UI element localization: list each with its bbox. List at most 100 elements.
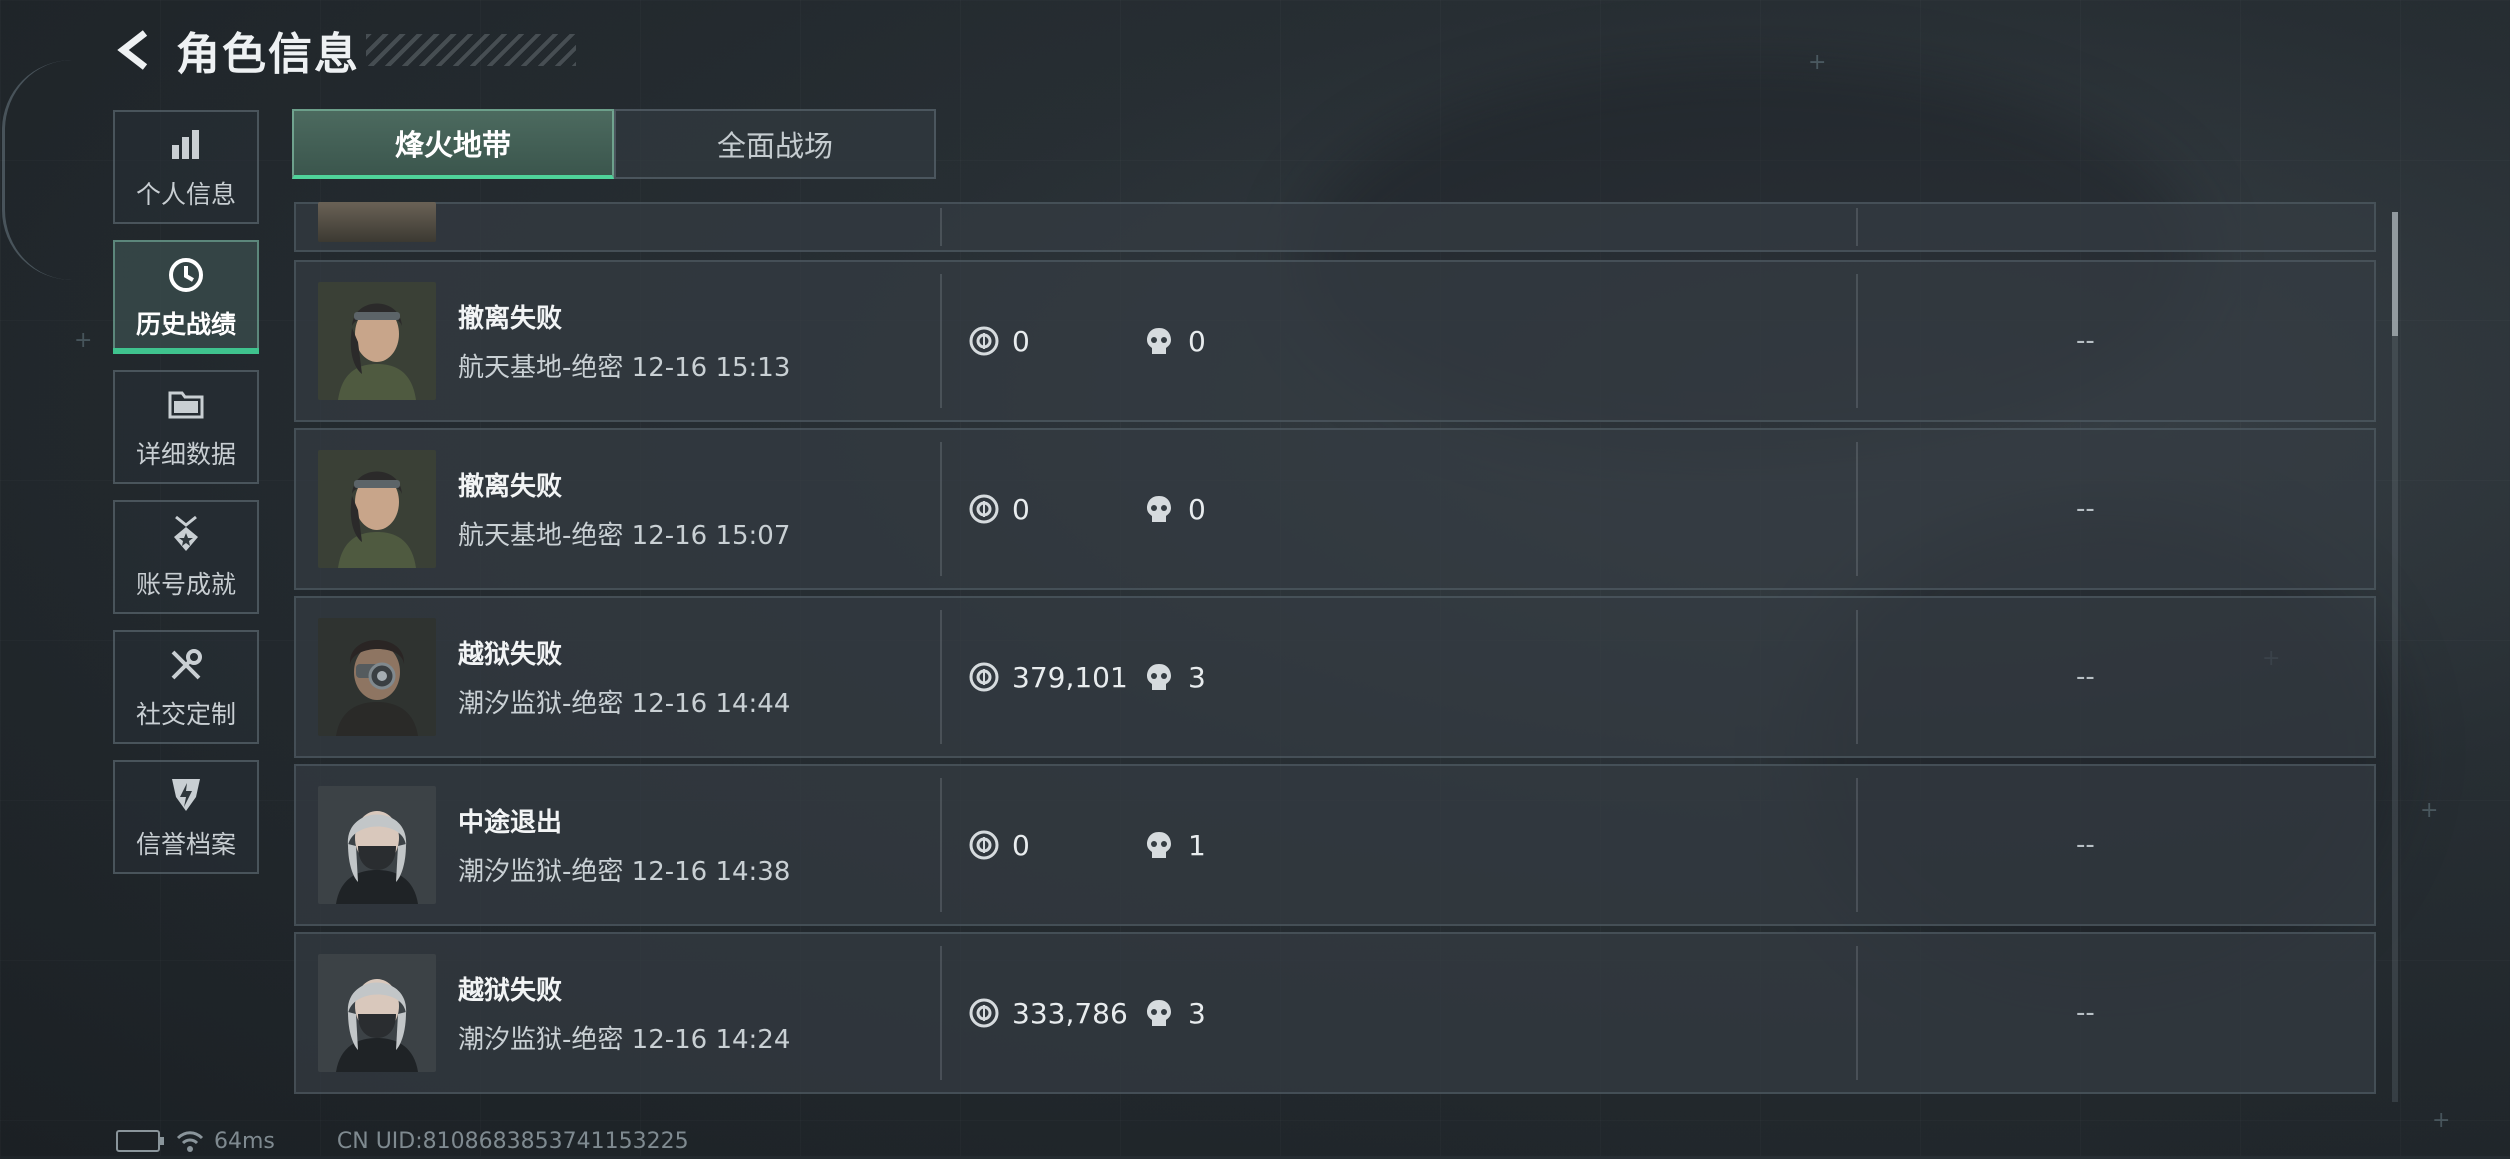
table-row[interactable]: 越狱失败 潮汐监狱-绝密 12-16 14:24 333,786 3 --: [294, 932, 2376, 1094]
extra-column: --: [2076, 662, 2095, 692]
nav-label: 社交定制: [135, 700, 236, 729]
kill-count: 3: [1144, 997, 1206, 1030]
coin-icon: [968, 997, 1000, 1029]
tab-firezone[interactable]: 烽火地带: [292, 109, 614, 179]
match-stats: 333,786 3: [968, 997, 1206, 1030]
wifi-icon: [176, 1129, 204, 1153]
table-row[interactable]: 中途退出 潮汐监狱-绝密 12-16 14:38 0 1 --: [294, 764, 2376, 926]
column-divider: [1856, 274, 1858, 408]
bar-chart-icon: [164, 123, 208, 167]
operator-avatar: [318, 954, 436, 1072]
page-title: 角色信息: [176, 29, 360, 80]
back-arrow-icon[interactable]: [112, 27, 158, 73]
coin-icon: [968, 829, 1000, 861]
column-divider: [940, 778, 942, 912]
column-divider: [940, 274, 942, 408]
table-row[interactable]: 越狱失败 潮汐监狱-绝密 12-16 14:44 379,101 3 --: [294, 596, 2376, 758]
kill-count: 0: [1144, 325, 1206, 358]
operator-avatar: [318, 618, 436, 736]
match-map-time: 潮汐监狱-绝密 12-16 14:24: [458, 1025, 791, 1055]
kill-count: 1: [1144, 829, 1206, 862]
extra-column: --: [2076, 494, 2095, 524]
column-divider: [940, 442, 942, 576]
ping-text: 64ms: [214, 1128, 275, 1154]
match-result: 中途退出: [458, 808, 563, 838]
decorative-plus: +: [2432, 1108, 2451, 1133]
nav-label: 历史战绩: [135, 310, 236, 339]
extract-value-text: 333,786: [1012, 996, 1128, 1030]
extract-value-text: 0: [1012, 324, 1030, 358]
battery-icon: [116, 1130, 164, 1152]
status-bar: 64ms CN UID:8108683853741153225: [116, 1128, 689, 1154]
nav-item-personal-info[interactable]: 个人信息: [113, 110, 259, 224]
column-divider: [940, 610, 942, 744]
side-nav: 个人信息 历史战绩 详细数据 账号成就 社交定制 信誉档案: [113, 110, 261, 890]
match-info: 越狱失败 潮汐监狱-绝密 12-16 14:44: [458, 634, 908, 720]
table-row[interactable]: [294, 202, 2376, 252]
match-map-time: 潮汐监狱-绝密 12-16 14:44: [458, 689, 791, 719]
match-stats: 379,101 3: [968, 661, 1206, 694]
match-info: 中途退出 潮汐监狱-绝密 12-16 14:38: [458, 802, 908, 888]
folder-icon: [164, 383, 208, 427]
nav-item-history[interactable]: 历史战绩: [113, 240, 259, 354]
coin-icon: [968, 493, 1000, 525]
operator-avatar: [318, 786, 436, 904]
operator-avatar: [318, 450, 436, 568]
kill-count-text: 0: [1188, 492, 1206, 526]
operator-avatar: [318, 282, 436, 400]
nav-item-reputation[interactable]: 信誉档案: [113, 760, 259, 874]
extract-value-text: 0: [1012, 828, 1030, 862]
match-info: 越狱失败 潮汐监狱-绝密 12-16 14:24: [458, 970, 908, 1056]
match-history-list[interactable]: 撤离失败 航天基地-绝密 12-16 15:13 0 0 -- 撤离失败 航天基…: [294, 202, 2376, 1100]
operator-avatar: [318, 202, 436, 242]
clock-icon: [164, 253, 208, 297]
kill-count-text: 1: [1188, 828, 1206, 862]
extra-column: --: [2076, 998, 2095, 1028]
match-result: 撤离失败: [458, 304, 563, 334]
extract-value-text: 0: [1012, 492, 1030, 526]
skull-icon: [1144, 493, 1176, 525]
coin-icon: [968, 661, 1000, 693]
coin-icon: [968, 325, 1000, 357]
skull-icon: [1144, 325, 1176, 357]
match-stats: 0 0: [968, 493, 1206, 526]
match-stats: 0 1: [968, 829, 1206, 862]
wrench-icon: [164, 643, 208, 687]
nav-item-detailed-data[interactable]: 详细数据: [113, 370, 259, 484]
skull-icon: [1144, 997, 1176, 1029]
nav-item-achievements[interactable]: 账号成就: [113, 500, 259, 614]
decorative-plus: +: [1808, 50, 1827, 75]
page-header: 角色信息: [112, 22, 576, 80]
nav-label: 信誉档案: [135, 830, 236, 859]
extract-value: 0: [968, 829, 1144, 862]
extract-value: 379,101: [968, 661, 1144, 694]
decorative-arc: [2, 60, 75, 280]
match-result: 越狱失败: [458, 640, 563, 670]
table-row[interactable]: 撤离失败 航天基地-绝密 12-16 15:07 0 0 --: [294, 428, 2376, 590]
extract-value: 333,786: [968, 997, 1144, 1030]
match-map-time: 航天基地-绝密 12-16 15:07: [458, 521, 791, 551]
column-divider: [1856, 610, 1858, 744]
scrollbar[interactable]: [2392, 212, 2398, 1102]
match-map-time: 潮汐监狱-绝密 12-16 14:38: [458, 857, 791, 887]
kill-count: 0: [1144, 493, 1206, 526]
match-info: 撤离失败 航天基地-绝密 12-16 15:07: [458, 466, 908, 552]
match-map-time: 航天基地-绝密 12-16 15:13: [458, 353, 791, 383]
kill-count-text: 0: [1188, 324, 1206, 358]
column-divider: [1856, 442, 1858, 576]
match-stats: 0 0: [968, 325, 1206, 358]
column-divider: [1856, 946, 1858, 1080]
extra-column: --: [2076, 326, 2095, 356]
skull-icon: [1144, 829, 1176, 861]
uid-text: CN UID:8108683853741153225: [336, 1128, 689, 1154]
tab-full-battlefield[interactable]: 全面战场: [614, 109, 936, 179]
extract-value: 0: [968, 493, 1144, 526]
extract-value: 0: [968, 325, 1144, 358]
scrollbar-thumb[interactable]: [2392, 212, 2398, 336]
nav-label: 账号成就: [135, 570, 236, 599]
title-decoration: [366, 34, 576, 66]
kill-count-text: 3: [1188, 996, 1206, 1030]
table-row[interactable]: 撤离失败 航天基地-绝密 12-16 15:13 0 0 --: [294, 260, 2376, 422]
nav-item-social[interactable]: 社交定制: [113, 630, 259, 744]
match-result: 越狱失败: [458, 976, 563, 1006]
